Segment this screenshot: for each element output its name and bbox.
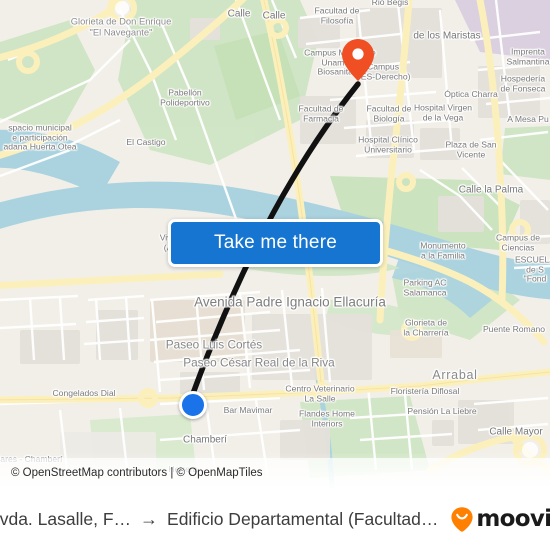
route-destination-label: Edificio Departamental (Facultad… — [167, 508, 439, 529]
route-footer: Avda. Lasalle, F… → Edificio Departament… — [0, 488, 550, 550]
route-origin-label: Avda. Lasalle, F… — [0, 508, 132, 529]
moovit-wordmark: moovit — [476, 506, 550, 532]
moovit-route-screen: Glorieta de Don Enrique "El Navegante" Pa… — [0, 0, 550, 550]
map-attribution: © OpenStreetMap contributors | © OpenMap… — [0, 458, 550, 488]
moovit-pin-icon — [451, 507, 474, 532]
route-summary: Avda. Lasalle, F… → Edificio Departament… — [0, 509, 438, 530]
origin-dot[interactable] — [179, 391, 207, 419]
destination-pin-icon — [342, 39, 374, 81]
attribution-text: © OpenStreetMap contributors | © OpenMap… — [11, 467, 263, 479]
moovit-logo[interactable]: moovit — [450, 506, 550, 532]
destination-pin[interactable] — [341, 38, 375, 82]
arrow-right-icon: → — [140, 509, 159, 529]
take-me-there-label: Take me there — [214, 232, 337, 253]
take-me-there-button[interactable]: Take me there — [168, 219, 383, 267]
